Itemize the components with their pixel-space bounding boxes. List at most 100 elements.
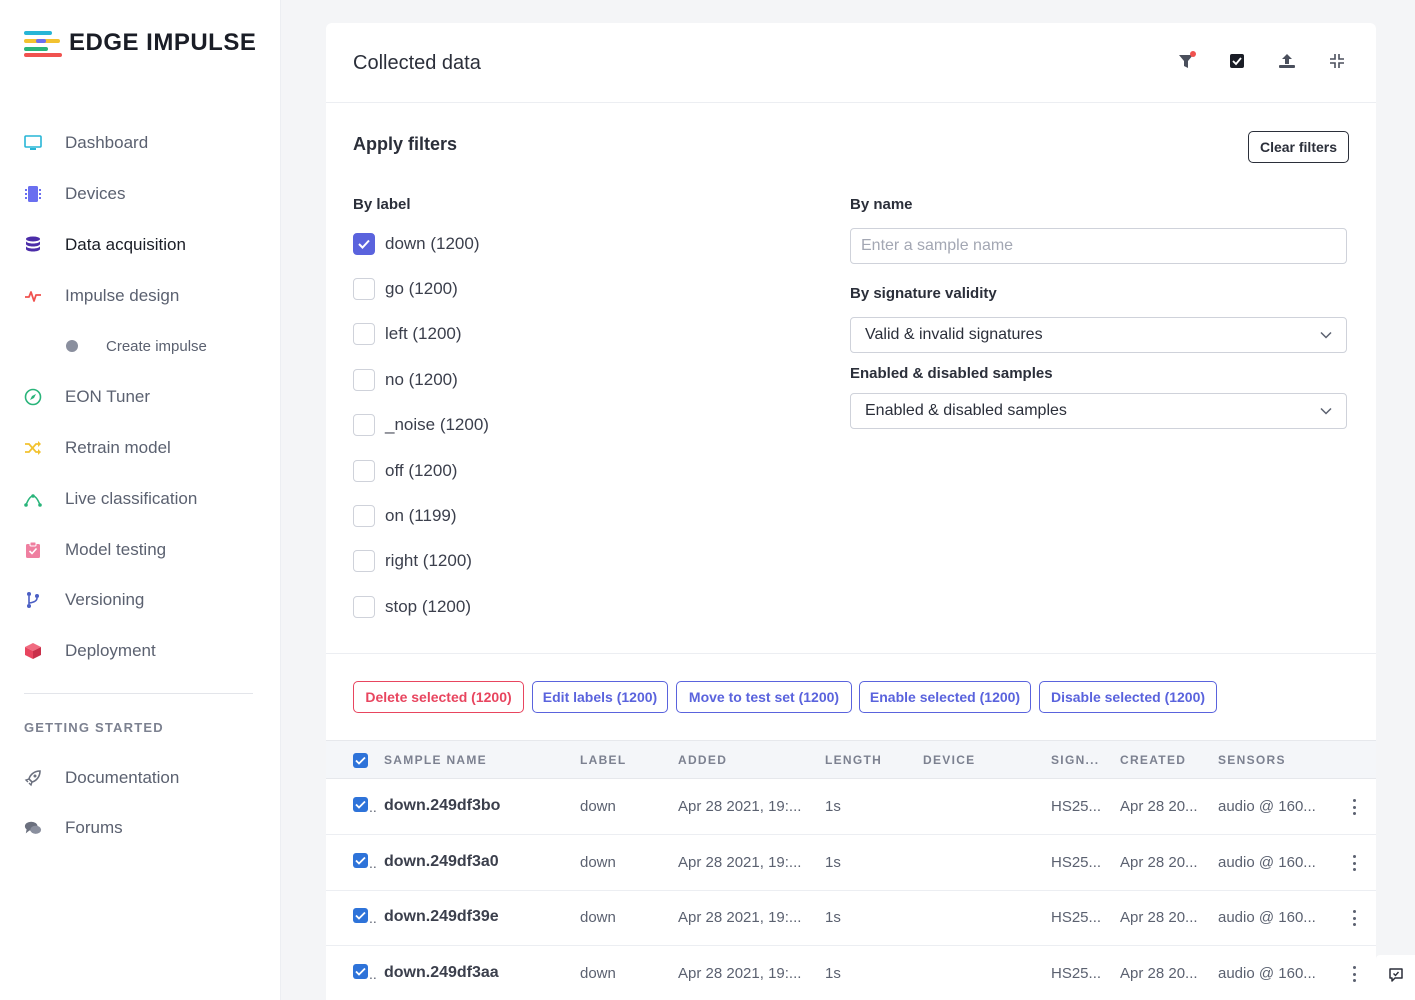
disable-selected-button[interactable]: Disable selected (1200) — [1039, 681, 1217, 713]
label-filter-text: _noise (1200) — [385, 415, 489, 434]
row-checkbox[interactable]: .. — [353, 797, 377, 814]
table-row[interactable]: .. down.249df3aa down Apr 28 2021, 19:..… — [326, 946, 1376, 1000]
label-filter-go[interactable]: go (1200) — [353, 277, 458, 301]
checkbox[interactable] — [353, 369, 375, 391]
table-row[interactable]: .. down.249df3bo down Apr 28 2021, 19:..… — [326, 779, 1376, 835]
sample-signature: HS25... — [1051, 798, 1102, 815]
sample-added: Apr 28 2021, 19:... — [678, 965, 802, 982]
sidebar-item-documentation[interactable]: Documentation — [24, 763, 179, 793]
by-label-heading: By label — [353, 196, 411, 213]
more-options-icon[interactable] — [1349, 966, 1359, 982]
enable-selected-button[interactable]: Enable selected (1200) — [859, 681, 1031, 713]
checkbox[interactable] — [353, 550, 375, 572]
sample-signature: HS25... — [1051, 965, 1102, 982]
sample-label: down — [580, 798, 616, 815]
checkbox[interactable] — [353, 414, 375, 436]
sidebar-item-retrain-model[interactable]: Retrain model — [24, 433, 171, 463]
sidebar-item-dashboard[interactable]: Dashboard — [24, 128, 148, 158]
upload-icon[interactable] — [1277, 51, 1297, 71]
row-checkbox[interactable]: .. — [353, 853, 377, 870]
sidebar-item-model-testing[interactable]: Model testing — [24, 535, 166, 565]
more-options-icon[interactable] — [1349, 799, 1359, 815]
sample-length: 1s — [825, 798, 841, 815]
select-mode-icon[interactable] — [1227, 51, 1247, 71]
more-options-icon[interactable] — [1349, 910, 1359, 926]
sidebar-item-devices[interactable]: Devices — [24, 179, 125, 209]
rocket-icon — [24, 769, 42, 787]
logo[interactable]: EDGE IMPULSE — [24, 28, 256, 58]
label-filter-right[interactable]: right (1200) — [353, 549, 472, 573]
sidebar-item-eon-tuner[interactable]: EON Tuner — [24, 382, 150, 412]
label-filter-stop[interactable]: stop (1200) — [353, 595, 471, 619]
sample-name[interactable]: down.249df3a0 — [384, 853, 499, 871]
table-row[interactable]: .. down.249df3a0 down Apr 28 2021, 19:..… — [326, 835, 1376, 891]
sample-signature: HS25... — [1051, 909, 1102, 926]
checkbox[interactable] — [353, 233, 375, 255]
label-filter-left[interactable]: left (1200) — [353, 322, 462, 346]
label-filter-noise[interactable]: _noise (1200) — [353, 413, 489, 437]
sidebar-item-live-classification[interactable]: Live classification — [24, 484, 197, 514]
sidebar-item-deployment[interactable]: Deployment — [24, 636, 156, 666]
collapse-icon[interactable] — [1327, 51, 1347, 71]
sidebar-item-label: Create impulse — [106, 337, 207, 355]
column-header-created[interactable]: CREATED — [1120, 753, 1186, 767]
checkbox[interactable] — [353, 505, 375, 527]
edit-labels-button[interactable]: Edit labels (1200) — [532, 681, 668, 713]
sidebar-item-versioning[interactable]: Versioning — [24, 585, 144, 615]
dot-icon — [66, 340, 78, 352]
checkbox[interactable] — [353, 460, 375, 482]
checkbox[interactable] — [353, 323, 375, 345]
sample-name-input[interactable] — [850, 228, 1347, 264]
database-icon — [24, 236, 42, 254]
label-filter-on[interactable]: on (1199) — [353, 504, 457, 528]
column-header-added[interactable]: ADDED — [678, 753, 727, 767]
checkbox[interactable] — [353, 596, 375, 618]
signature-validity-select[interactable]: Valid & invalid signatures — [850, 317, 1347, 353]
column-header-device[interactable]: DEVICE — [923, 753, 975, 767]
sample-sensors: audio @ 160... — [1218, 965, 1316, 982]
label-filter-off[interactable]: off (1200) — [353, 459, 457, 483]
feedback-button[interactable] — [1376, 955, 1415, 1000]
sidebar-item-label: Documentation — [65, 768, 180, 787]
sample-label: down — [580, 854, 616, 871]
sample-created: Apr 28 20... — [1120, 854, 1198, 871]
sidebar-item-label: Deployment — [65, 641, 156, 660]
more-options-icon[interactable] — [1349, 855, 1359, 871]
sample-name[interactable]: down.249df3aa — [384, 964, 499, 982]
sample-name[interactable]: down.249df3bo — [384, 797, 500, 815]
column-header-sensors[interactable]: SENSORS — [1218, 753, 1286, 767]
enabled-samples-select[interactable]: Enabled & disabled samples — [850, 393, 1347, 429]
monitor-icon — [24, 134, 42, 152]
sample-name[interactable]: down.249df39e — [384, 908, 499, 926]
delete-selected-button[interactable]: Delete selected (1200) — [353, 681, 524, 713]
pulse-icon — [24, 287, 42, 305]
feedback-icon — [1388, 967, 1404, 988]
label-filter-down[interactable]: down (1200) — [353, 232, 480, 256]
checkbox[interactable] — [353, 278, 375, 300]
collected-data-card: Collected data Apply filters Clear filte… — [326, 23, 1376, 1000]
label-filter-text: off (1200) — [385, 461, 458, 480]
sidebar-item-data-acquisition[interactable]: Data acquisition — [24, 230, 186, 260]
column-header-sample-name[interactable]: SAMPLE NAME — [384, 753, 487, 767]
label-filter-text: stop (1200) — [385, 597, 471, 616]
sample-created: Apr 28 20... — [1120, 798, 1198, 815]
row-checkbox[interactable]: .. — [353, 908, 377, 925]
shuffle-icon — [24, 439, 42, 457]
select-all-checkbox[interactable] — [353, 753, 368, 768]
filter-icon[interactable] — [1177, 51, 1197, 71]
label-filter-no[interactable]: no (1200) — [353, 368, 458, 392]
row-checkbox[interactable]: .. — [353, 964, 377, 981]
sidebar-item-create-impulse[interactable]: Create impulse — [66, 333, 207, 359]
sidebar-item-label: Forums — [65, 818, 123, 837]
column-header-signature[interactable]: SIGN... — [1051, 753, 1099, 767]
move-to-test-set-button[interactable]: Move to test set (1200) — [676, 681, 852, 713]
sidebar-item-forums[interactable]: Forums — [24, 813, 123, 843]
sidebar-item-impulse-design[interactable]: Impulse design — [24, 281, 179, 311]
logo-mark — [24, 28, 62, 58]
logo-text: EDGE IMPULSE — [69, 29, 257, 56]
cube-icon — [24, 642, 42, 660]
column-header-label[interactable]: LABEL — [580, 753, 627, 767]
column-header-length[interactable]: LENGTH — [825, 753, 882, 767]
table-row[interactable]: .. down.249df39e down Apr 28 2021, 19:..… — [326, 890, 1376, 946]
clear-filters-button[interactable]: Clear filters — [1248, 131, 1349, 163]
